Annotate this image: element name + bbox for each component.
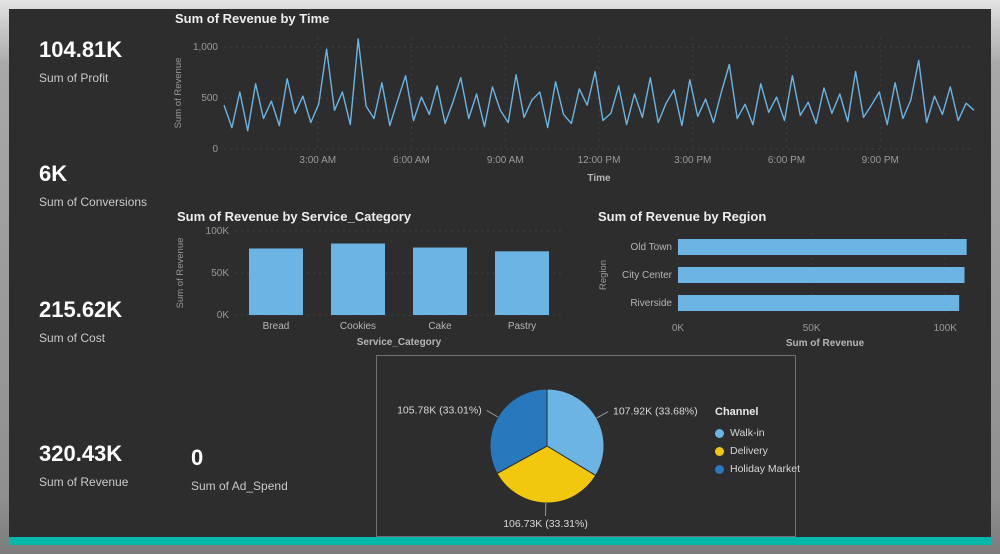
revenue-by-time-title: Sum of Revenue by Time [175,11,330,26]
y-tick-label: 1,000 [193,42,218,53]
x-axis-title: Service_Category [357,337,442,348]
kpi-conversions-label: Sum of Conversions [39,195,148,209]
revenue-by-service-category-title: Sum of Revenue by Service_Category [177,209,412,224]
revenue-by-service-category-chart[interactable]: 0K 50K 100K Bread Cookies Cake Pastry Service_C… [171,226,573,353]
dashboard-canvas: 104.81K Sum of Profit 6K Sum of Conversi… [9,9,991,545]
y-tick-label: City Center [622,270,673,281]
legend-swatch-delivery [715,446,724,456]
panel-revenue-by-channel: 107.92K (33.68%) 106.73K (33.31%) 105.78K … [376,355,800,537]
window-frame: 104.81K Sum of Profit 6K Sum of Conversi… [0,0,1000,554]
revenue-by-time-chart[interactable]: 0 500 1,000 3:00 AM 6:00 AM 9:00 AM 12:00 PM 3:… [169,29,989,193]
pie-legend: Channel Walk-in Delivery Holiday Market [715,406,800,478]
x-tick-label: Bread [263,321,290,332]
kpi-revenue-label: Sum of Revenue [39,475,129,489]
legend-swatch-walk-in [715,428,724,438]
kpi-profit[interactable]: 104.81K Sum of Profit [39,37,122,85]
y-axis-title: Region [598,260,609,290]
y-tick-label: 50K [211,268,229,279]
panel-revenue-by-region: Sum of Revenue by Region 0K 50K 100K Old To… [592,207,991,355]
x-tick-label: 100K [934,323,958,334]
y-tick-label: 500 [201,93,218,104]
bar-cookies[interactable] [331,243,385,315]
kpi-profit-label: Sum of Profit [39,71,109,85]
x-tick-label: Pastry [508,321,536,332]
kpi-conversions[interactable]: 6K Sum of Conversions [39,161,147,209]
panel-revenue-by-service-category: Sum of Revenue by Service_Category 0K 50K… [171,207,573,355]
y-axis-title: Sum of Revenue [175,238,186,309]
pie-slice-label: 106.73K (33.31%) [503,518,588,530]
kpi-revenue-value: 320.43K [39,441,123,466]
x-tick-label: Cake [428,321,452,332]
y-tick-label: 0 [212,144,218,155]
legend-title: Channel [715,406,759,418]
bar-riverside[interactable] [678,295,960,311]
pie-label-line [486,409,499,418]
y-tick-label: 100K [206,227,230,237]
kpi-ad-spend-label: Sum of Ad_Spend [191,479,288,493]
y-tick-label: 0K [217,310,230,321]
bar-cake[interactable] [413,247,467,315]
x-tick-label: 3:00 PM [674,155,711,166]
pie-label-line [596,411,609,419]
bar-bread[interactable] [249,248,303,315]
y-tick-label: Old Town [630,242,672,253]
legend-item-delivery[interactable]: Delivery [715,442,800,460]
x-tick-label: 9:00 AM [487,155,524,166]
revenue-by-region-chart[interactable]: 0K 50K 100K Old Town City Center Riverside Sum… [592,227,991,353]
pie-slice-label: 107.92K (33.68%) [613,406,698,418]
legend-label-delivery: Delivery [730,445,768,457]
kpi-revenue[interactable]: 320.43K Sum of Revenue [39,441,128,489]
kpi-conversions-value: 6K [39,161,68,186]
accent-bar [9,537,991,545]
legend-item-holiday-market[interactable]: Holiday Market [715,460,800,478]
kpi-profit-value: 104.81K [39,37,123,62]
panel-revenue-by-time: Sum of Revenue by Time 0 500 1,000 3:00 AM 6… [169,9,989,199]
x-tick-label: 9:00 PM [862,155,899,166]
kpi-cost-label: Sum of Cost [39,331,106,345]
kpi-ad-spend-value: 0 [191,445,204,470]
x-axis-title: Time [587,173,611,184]
kpi-ad-spend[interactable]: 0 Sum of Ad_Spend [191,445,288,493]
bar-city-center[interactable] [678,267,965,283]
bar-old-town[interactable] [678,239,967,255]
bar-pastry[interactable] [495,251,549,315]
x-tick-label: 0K [672,323,685,334]
x-tick-label: Cookies [340,321,376,332]
x-tick-label: 50K [803,323,821,334]
x-tick-label: 6:00 AM [393,155,430,166]
legend-swatch-holiday-market [715,464,724,474]
y-axis-title: Sum of Revenue [173,58,184,129]
kpi-cost[interactable]: 215.62K Sum of Cost [39,297,122,345]
x-tick-label: 6:00 PM [768,155,805,166]
x-axis-title: Sum of Revenue [786,338,865,349]
pie-slice-label: 105.78K (33.01%) [397,404,482,416]
legend-label-holiday-market: Holiday Market [730,463,801,475]
legend-item-walk-in[interactable]: Walk-in [715,424,800,442]
legend-label-walk-in: Walk-in [730,427,765,439]
kpi-cost-value: 215.62K [39,297,123,322]
x-tick-label: 12:00 PM [578,155,621,166]
revenue-by-region-title: Sum of Revenue by Region [598,209,767,224]
y-tick-label: Riverside [630,298,672,309]
x-tick-label: 3:00 AM [299,155,336,166]
